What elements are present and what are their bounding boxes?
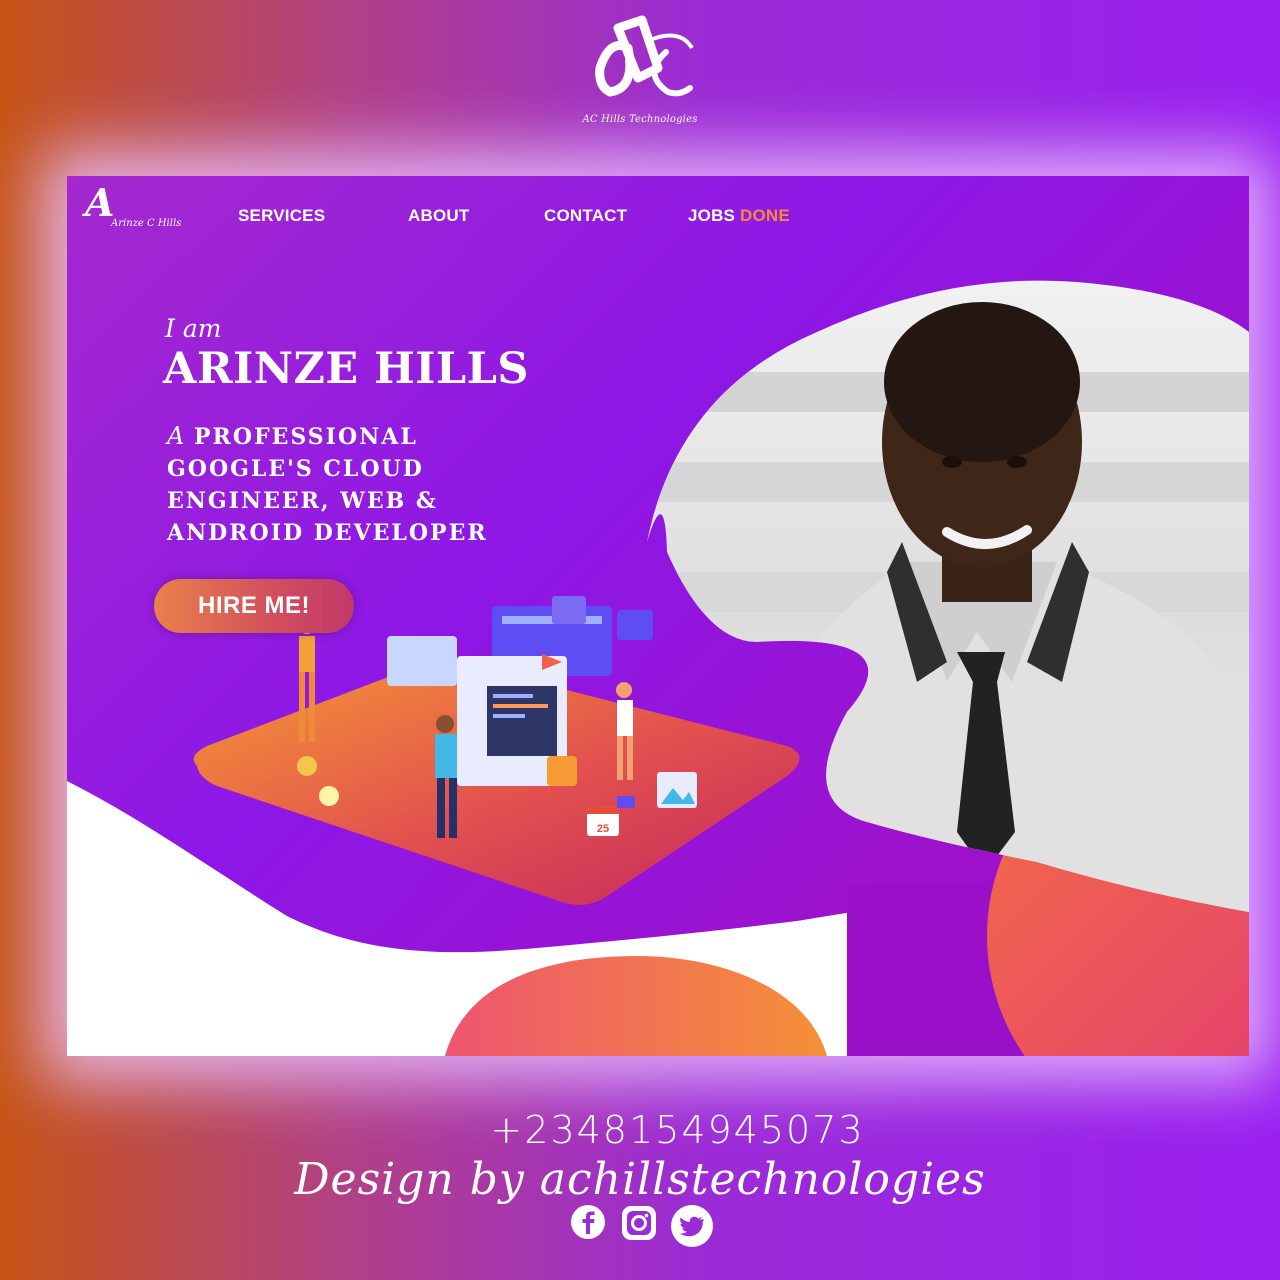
brand-logo: AC Hills Technologies [560, 8, 720, 138]
nav-contact[interactable]: CONTACT [544, 206, 627, 226]
brand-name: AC Hills Technologies [582, 114, 698, 125]
profile-photo [647, 280, 1249, 913]
twitter-icon[interactable] [670, 1204, 714, 1248]
website-mockup: A Arinze C Hills SERVICES ABOUT CONTACT … [67, 176, 1249, 1056]
design-credit: Design by achillstechnologies [294, 1154, 986, 1205]
facebook-icon[interactable] [570, 1204, 606, 1240]
hero-tagline: A PROFESSIONAL GOOGLE'S CLOUD ENGINEER, … [167, 420, 527, 549]
tagline-prefix: A [167, 422, 185, 450]
site-logo-text: Arinze C Hills [111, 218, 182, 229]
tagline-line1: PROFESSIONAL [194, 424, 418, 450]
lightbulb-icon [319, 786, 339, 806]
hero-name: ARINZE HILLS [163, 344, 529, 394]
calendar-day: 25 [597, 823, 609, 835]
phone-number: +2348154945073 [490, 1108, 865, 1152]
social-links [568, 1204, 718, 1248]
hire-me-button[interactable]: HIRE ME! [154, 579, 354, 633]
tagline-line4: ANDROID DEVELOPER [167, 520, 488, 546]
instagram-icon[interactable] [620, 1204, 658, 1242]
nav-about[interactable]: ABOUT [408, 206, 469, 226]
site-logo[interactable]: A Arinze C Hills [83, 180, 193, 232]
hero-intro: I am [165, 314, 222, 343]
tagline-line2: GOOGLE'S CLOUD [167, 456, 424, 482]
nav-jobs-done[interactable]: JOBS DONE [688, 206, 790, 226]
nav-jobs-word1: JOBS [688, 206, 736, 225]
nav-jobs-word2: DONE [740, 206, 790, 225]
person-icon [436, 715, 454, 733]
ac-monogram-icon [595, 15, 694, 97]
nav-services[interactable]: SERVICES [238, 206, 325, 226]
tagline-line3: ENGINEER, WEB & [167, 488, 438, 514]
coin-icon [297, 756, 317, 776]
